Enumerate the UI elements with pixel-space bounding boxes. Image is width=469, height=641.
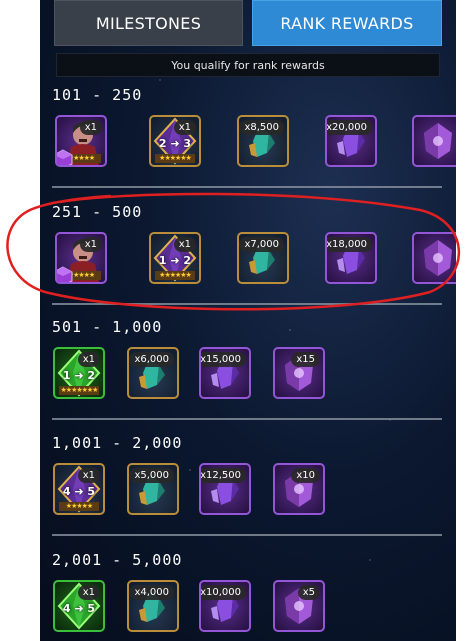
crystal-cube-icon	[57, 149, 73, 165]
star-rating: ★★★★★	[59, 502, 99, 511]
reward-item-shard-teal[interactable]: x5,000	[127, 463, 179, 515]
reward-item-crystal-purple[interactable]	[412, 115, 456, 167]
reward-quantity: x1	[77, 352, 100, 367]
reward-item-crystal-purple[interactable]: x15	[273, 347, 325, 399]
star-rating: ★★★★★★★	[59, 386, 99, 395]
reward-item-rankup-green[interactable]: 4 ➜ 5 x1	[53, 580, 105, 632]
reward-quantity: x1	[79, 120, 102, 135]
tier-divider	[52, 418, 442, 420]
reward-quantity: x20,000	[327, 120, 372, 135]
reward-quantity: x10	[291, 468, 320, 483]
reward-quantity: x10,000	[201, 585, 246, 600]
rank-up-label: 4 ➜ 5	[62, 602, 96, 615]
qualify-status-banner: You qualify for rank rewards	[56, 53, 440, 77]
reward-quantity: x4,000	[129, 585, 174, 600]
reward-item-crystal-purple[interactable]: x10	[273, 463, 325, 515]
rank-up-label: 2 ➜ 3	[158, 137, 192, 150]
reward-item-shard-purple[interactable]: x15,000	[199, 347, 251, 399]
reward-quantity: x5,000	[129, 468, 174, 483]
reward-quantity: x6,000	[129, 352, 174, 367]
reward-quantity: x1	[77, 468, 100, 483]
reward-quantity: x8,500	[239, 120, 284, 135]
rank-up-label: 1 ➜ 2	[62, 369, 96, 382]
tier-title: 2,001 - 5,000	[52, 551, 183, 569]
reward-quantity: x15	[291, 352, 320, 367]
reward-quantity: x1	[173, 120, 196, 135]
tier-title: 1,001 - 2,000	[52, 434, 183, 452]
reward-item-shard-purple[interactable]: x10,000	[199, 580, 251, 632]
reward-item-shard-teal[interactable]: x6,000	[127, 347, 179, 399]
reward-item-shard-teal[interactable]: x4,000	[127, 580, 179, 632]
star-rating: ★★★★★★	[155, 154, 195, 163]
reward-item-rankup[interactable]: 2 ➜ 3 ★★★★★★ x1	[149, 115, 201, 167]
reward-quantity: x5	[297, 585, 320, 600]
reward-item-shard-purple[interactable]: x20,000	[325, 115, 377, 167]
rewards-panel: MILESTONES RANK REWARDS You qualify for …	[40, 0, 456, 641]
tab-milestones[interactable]: MILESTONES	[54, 0, 243, 46]
reward-item-shard-teal[interactable]: x8,500	[237, 115, 289, 167]
reward-quantity: x15,000	[201, 352, 246, 367]
reward-item-rankup[interactable]: 4 ➜ 5 ★★★★★ x1	[53, 463, 105, 515]
tab-rank-rewards[interactable]: RANK REWARDS	[252, 0, 442, 46]
reward-quantity: x12,500	[201, 468, 246, 483]
reward-item-shard-purple[interactable]: x12,500	[199, 463, 251, 515]
reward-item-champion[interactable]: ★★★★★ x1	[55, 115, 107, 167]
reward-item-rankup-green[interactable]: 1 ➜ 2 ★★★★★★★ x1	[53, 347, 105, 399]
tier-title: 501 - 1,000	[52, 318, 163, 336]
rank-up-label: 4 ➜ 5	[62, 485, 96, 498]
reward-quantity: x1	[77, 585, 100, 600]
tier-title: 101 - 250	[52, 86, 143, 104]
reward-item-crystal-purple[interactable]: x5	[273, 580, 325, 632]
red-annotation-circle	[6, 192, 461, 311]
tier-divider	[52, 534, 442, 536]
purple-crystal-icon	[424, 123, 452, 159]
